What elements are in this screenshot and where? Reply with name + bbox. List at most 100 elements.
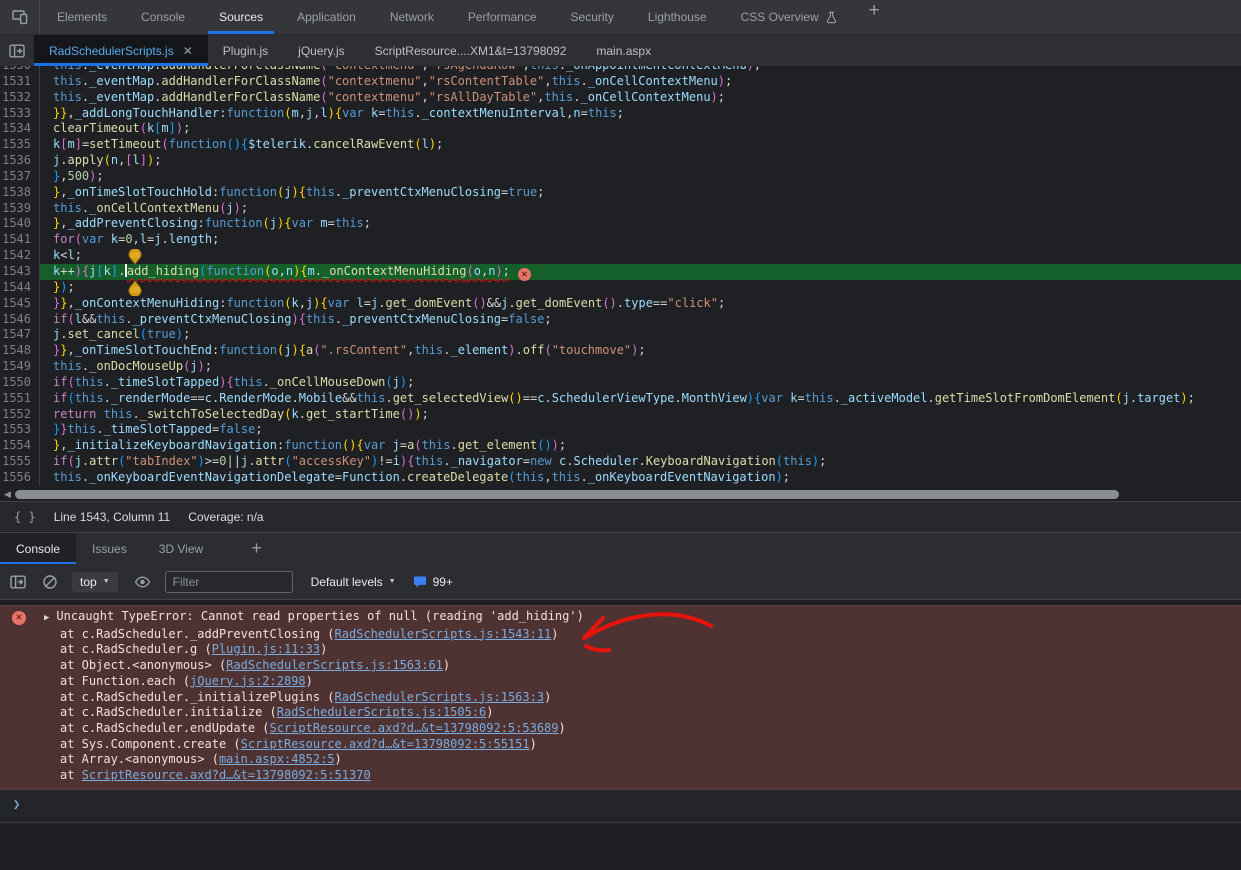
file-tab-jquery-js[interactable]: jQuery.js (283, 35, 359, 66)
console-filter-input[interactable] (165, 571, 293, 593)
line-number[interactable]: 1546 (0, 312, 40, 328)
text-selection-handle-bottom[interactable] (125, 280, 145, 296)
stack-frame-link[interactable]: Plugin.js:11:33 (212, 642, 320, 656)
code-line[interactable]: 1545}},_onContextMenuHiding:function(k,j… (0, 296, 1241, 312)
code-line[interactable]: 1548}},_onTimeSlotTouchEnd:function(j){a… (0, 343, 1241, 359)
issues-counter[interactable]: 99+ (413, 575, 453, 589)
code-line[interactable]: 1554},_initializeKeyboardNavigation:func… (0, 438, 1241, 454)
horizontal-scrollbar-thumb[interactable] (15, 490, 1119, 499)
code-line[interactable]: 1530this._eventMap.addHandlerForClassNam… (0, 66, 1241, 74)
console-prompt[interactable]: ❯ (0, 797, 1241, 811)
code-line[interactable]: 1547j.set_cancel(true); (0, 327, 1241, 343)
tab-security[interactable]: Security (554, 0, 631, 34)
code-line[interactable]: 1550if(this._timeSlotTapped){this._onCel… (0, 375, 1241, 391)
toggle-navigator-button[interactable] (0, 35, 34, 66)
horizontal-scrollbar[interactable]: ◀ (0, 487, 1241, 501)
line-number[interactable]: 1551 (0, 391, 40, 407)
code-line[interactable]: 1534clearTimeout(k[m]); (0, 121, 1241, 137)
toggle-device-toolbar-button[interactable] (0, 0, 40, 34)
line-number[interactable]: 1552 (0, 407, 40, 423)
line-number[interactable]: 1554 (0, 438, 40, 454)
create-live-expression-button[interactable] (134, 574, 151, 590)
line-number[interactable]: 1556 (0, 470, 40, 486)
code-editor[interactable]: 1530this._eventMap.addHandlerForClassNam… (0, 66, 1241, 501)
file-tab-radschedulerscripts-js[interactable]: RadSchedulerScripts.js✕ (34, 35, 208, 66)
code-line[interactable]: 1535k[m]=setTimeout(function(){$telerik.… (0, 137, 1241, 153)
stack-frame-link[interactable]: ScriptResource.axd?d…&t=13798092:5:51370 (82, 768, 371, 782)
more-drawer-tabs-button[interactable]: + (237, 533, 276, 564)
javascript-context-select[interactable]: top ▼ (72, 572, 118, 592)
line-number[interactable]: 1549 (0, 359, 40, 375)
file-tab-plugin-js[interactable]: Plugin.js (208, 35, 283, 66)
line-number[interactable]: 1537 (0, 169, 40, 185)
drawer-tab-console[interactable]: Console (0, 533, 76, 564)
tab-console[interactable]: Console (124, 0, 202, 34)
code-line[interactable]: 1541for(var k=0,l=j.length; (0, 232, 1241, 248)
code-line[interactable]: 1533}},_addLongTouchHandler:function(m,j… (0, 106, 1241, 122)
file-tab-scriptresource-xm1-t-13798092[interactable]: ScriptResource....XM1&t=13798092 (360, 35, 582, 66)
line-number[interactable]: 1536 (0, 153, 40, 169)
line-number[interactable]: 1534 (0, 121, 40, 137)
code-line[interactable]: 1552return this._switchToSelectedDay(k.g… (0, 407, 1241, 423)
line-number[interactable]: 1550 (0, 375, 40, 391)
tab-performance[interactable]: Performance (451, 0, 554, 34)
drawer-tab-3d-view[interactable]: 3D View (143, 533, 219, 564)
pretty-print-icon[interactable]: { } (14, 510, 36, 524)
code-line[interactable]: 1536j.apply(n,[l]); (0, 153, 1241, 169)
stack-frame-link[interactable]: ScriptResource.axd?d…&t=13798092:5:55151 (241, 737, 530, 751)
tab-elements[interactable]: Elements (40, 0, 124, 34)
code-line[interactable]: 1542k<l; (0, 248, 1241, 264)
line-number[interactable]: 1545 (0, 296, 40, 312)
code-line[interactable]: 1551if(this._renderMode==c.RenderMode.Mo… (0, 391, 1241, 407)
line-number[interactable]: 1547 (0, 327, 40, 343)
line-number[interactable]: 1541 (0, 232, 40, 248)
text-selection-handle-top[interactable] (125, 249, 145, 265)
line-number[interactable]: 1543 (0, 264, 40, 280)
line-number[interactable]: 1544 (0, 280, 40, 296)
code-line[interactable]: 1539this._onCellContextMenu(j); (0, 201, 1241, 217)
line-number[interactable]: 1548 (0, 343, 40, 359)
tab-css-overview[interactable]: CSS Overview (724, 0, 855, 34)
line-number[interactable]: 1538 (0, 185, 40, 201)
line-number[interactable]: 1535 (0, 137, 40, 153)
line-number[interactable]: 1539 (0, 201, 40, 217)
line-number[interactable]: 1531 (0, 74, 40, 90)
line-number[interactable]: 1540 (0, 216, 40, 232)
stack-frame-link[interactable]: main.aspx:4852:5 (219, 752, 335, 766)
error-message-row[interactable]: ▶Uncaught TypeError: Cannot read propert… (44, 609, 1233, 627)
file-tab-main-aspx[interactable]: main.aspx (581, 35, 666, 66)
stack-frame-link[interactable]: RadSchedulerScripts.js:1563:61 (226, 658, 443, 672)
log-levels-dropdown[interactable]: Default levels ▼ (311, 575, 396, 589)
stack-frame-link[interactable]: ScriptResource.axd?d…&t=13798092:5:53689 (270, 721, 559, 735)
line-number[interactable]: 1555 (0, 454, 40, 470)
scroll-left-arrow-icon[interactable]: ◀ (0, 489, 15, 500)
line-number[interactable]: 1532 (0, 90, 40, 106)
more-panels-button[interactable]: + (855, 0, 894, 34)
stack-frame-link[interactable]: jQuery.js:2:2898 (190, 674, 306, 688)
expand-triangle-icon[interactable]: ▶ (44, 613, 49, 623)
stack-frame-link[interactable]: RadSchedulerScripts.js:1563:3 (335, 690, 545, 704)
code-line[interactable]: 1537},500); (0, 169, 1241, 185)
code-line[interactable]: 1553}}this._timeSlotTapped=false; (0, 422, 1241, 438)
line-number[interactable]: 1553 (0, 422, 40, 438)
tab-network[interactable]: Network (373, 0, 451, 34)
stack-frame-link[interactable]: RadSchedulerScripts.js:1505:6 (277, 705, 487, 719)
line-number[interactable]: 1533 (0, 106, 40, 122)
tab-application[interactable]: Application (280, 0, 373, 34)
code-line[interactable]: 1538},_onTimeSlotTouchHold:function(j){t… (0, 185, 1241, 201)
tab-sources[interactable]: Sources (202, 0, 280, 34)
code-line[interactable]: 1556this._onKeyboardEventNavigationDeleg… (0, 470, 1241, 486)
line-number[interactable]: 1542 (0, 248, 40, 264)
line-number[interactable]: 1530 (0, 66, 40, 74)
clear-console-button[interactable] (42, 574, 58, 590)
code-line[interactable]: 1549this._onDocMouseUp(j); (0, 359, 1241, 375)
code-line[interactable]: 1555if(j.attr("tabIndex")>=0||j.attr("ac… (0, 454, 1241, 470)
close-icon[interactable]: ✕ (183, 45, 193, 57)
toggle-console-sidebar-button[interactable] (10, 574, 26, 590)
code-line[interactable]: 1540},_addPreventClosing:function(j){var… (0, 216, 1241, 232)
code-line[interactable]: 1543k++){j[k].add_hiding(function(o,n){m… (0, 264, 1241, 280)
code-line[interactable]: 1546if(l&&this._preventCtxMenuClosing){t… (0, 312, 1241, 328)
drawer-tab-issues[interactable]: Issues (76, 533, 143, 564)
code-line[interactable]: 1532this._eventMap.addHandlerForClassNam… (0, 90, 1241, 106)
stack-frame-link[interactable]: RadSchedulerScripts.js:1543:11 (335, 627, 552, 641)
